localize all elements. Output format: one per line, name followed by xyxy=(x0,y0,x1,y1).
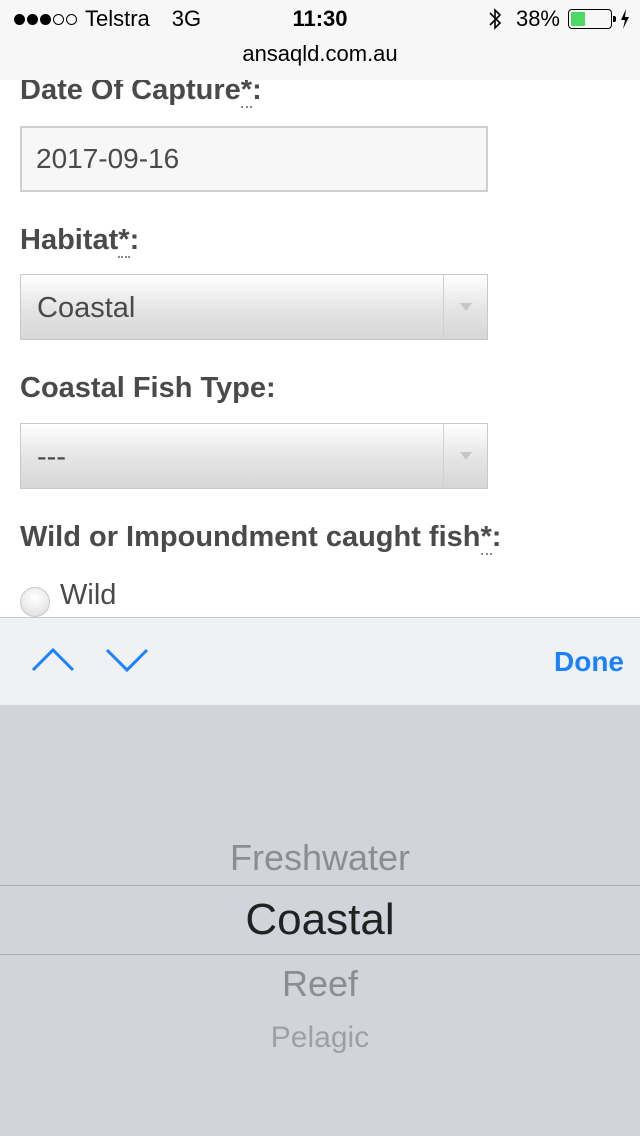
habitat-label: Habitat*: xyxy=(20,224,140,258)
status-bar: Telstra 3G 11:30 38% xyxy=(0,0,640,40)
chevron-down-icon[interactable] xyxy=(104,640,150,680)
picker-option-reef[interactable]: Reef xyxy=(0,963,640,1005)
url-bar[interactable]: ansaqld.com.au xyxy=(0,40,640,80)
bluetooth-icon xyxy=(489,8,502,30)
battery-percent: 38% xyxy=(515,6,560,31)
status-right: 38% xyxy=(488,6,630,32)
dropdown-arrow-icon xyxy=(443,424,487,488)
charging-bolt-icon xyxy=(621,9,629,29)
fish-type-selected-value: --- xyxy=(37,441,66,473)
battery-fill xyxy=(571,12,586,26)
label-colon: : xyxy=(129,224,140,256)
wild-radio[interactable] xyxy=(20,587,50,617)
chevron-up-icon[interactable] xyxy=(30,640,76,680)
dropdown-arrow-icon xyxy=(443,275,487,339)
picker-option-coastal[interactable]: Coastal xyxy=(0,895,640,945)
battery-icon xyxy=(568,9,616,29)
date-label-text: Date Of Capture xyxy=(20,80,241,106)
habitat-selected-value: Coastal xyxy=(37,292,136,324)
label-colon: : xyxy=(491,521,502,553)
picker-selection-top-line xyxy=(0,885,640,886)
coastal-fish-type-select[interactable]: --- xyxy=(20,423,488,489)
habitat-select[interactable]: Coastal xyxy=(20,274,488,340)
url-domain: ansaqld.com.au xyxy=(242,41,398,66)
date-of-capture-input[interactable]: 2017-09-16 xyxy=(20,126,488,192)
required-asterisk: * xyxy=(480,521,492,555)
wild-or-impoundment-label: Wild or Impoundment caught fish*: xyxy=(20,521,502,555)
picker-selection-bottom-line xyxy=(0,954,640,955)
picker-option-pelagic[interactable]: Pelagic xyxy=(0,1021,640,1055)
date-of-capture-label: Date Of Capture*: xyxy=(20,80,262,108)
habitat-picker-wheel[interactable]: Freshwater Coastal Reef Pelagic xyxy=(0,705,640,1136)
wild-radio-label[interactable]: Wild xyxy=(60,579,116,612)
done-button[interactable]: Done xyxy=(554,646,624,678)
coastal-fish-type-label: Coastal Fish Type: xyxy=(20,372,276,404)
wild-label-text: Wild or Impoundment caught fish xyxy=(20,521,481,553)
required-asterisk: * xyxy=(240,80,253,108)
habitat-label-text: Habitat xyxy=(20,224,119,256)
required-asterisk: * xyxy=(118,224,130,258)
fish-capture-form: Date Of Capture*: 2017-09-16 Habitat*: C… xyxy=(0,80,640,617)
keyboard-accessory-bar: Done xyxy=(0,617,640,705)
label-colon: : xyxy=(252,80,262,106)
picker-option-freshwater[interactable]: Freshwater xyxy=(0,837,640,879)
